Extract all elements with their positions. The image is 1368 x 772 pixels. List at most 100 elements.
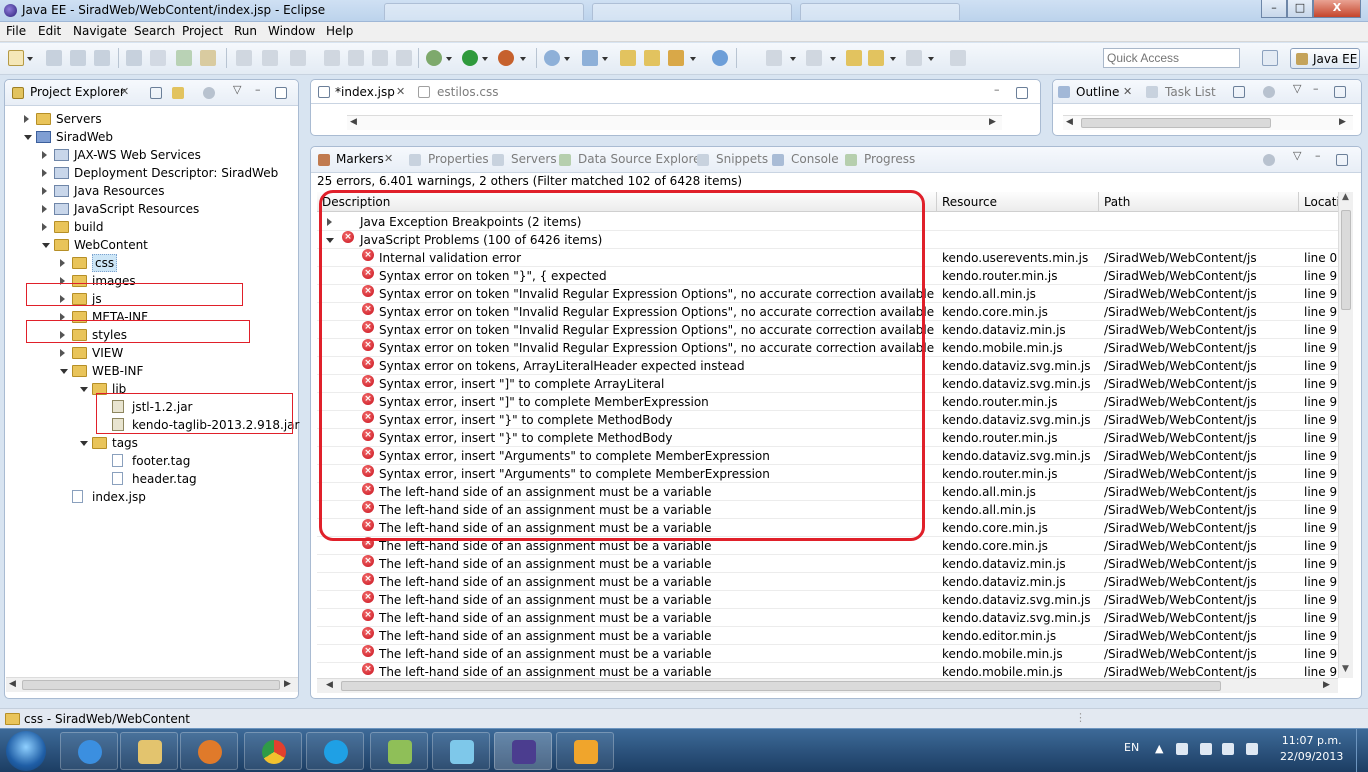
markers-horizontal-scrollbar[interactable]: ◀ ▶ <box>317 678 1338 693</box>
view-menu-icon[interactable]: ▽ <box>1293 149 1301 162</box>
new-class-icon[interactable] <box>582 50 598 66</box>
volume-icon[interactable] <box>1222 743 1234 755</box>
tab-estilos-css[interactable]: estilos.css <box>437 85 499 99</box>
disconnect-icon[interactable] <box>396 50 412 66</box>
tab-project-explorer[interactable]: Project Explorer <box>30 85 125 99</box>
column-separator[interactable] <box>936 192 937 212</box>
taskbar-notepad[interactable] <box>370 732 428 770</box>
chevron-down-icon[interactable] <box>520 57 526 61</box>
collapse-icon[interactable] <box>42 243 50 248</box>
tree-item[interactable]: JAX-WS Web Services <box>6 146 298 164</box>
filter-icon[interactable] <box>1263 154 1275 166</box>
previous-annotation-icon[interactable] <box>806 50 822 66</box>
scroll-left-icon[interactable]: ◀ <box>326 680 333 690</box>
print-icon[interactable] <box>94 50 110 66</box>
taskbar-chrome[interactable] <box>244 732 302 770</box>
tree-item[interactable]: WebContent <box>6 236 298 254</box>
tree-item[interactable]: Servers <box>6 110 298 128</box>
tab-outline[interactable]: Outline <box>1076 85 1119 99</box>
table-row[interactable]: × The left-hand side of an assignment mus… <box>317 627 1338 645</box>
tab-servers[interactable]: Servers <box>511 152 557 166</box>
scroll-up-icon[interactable]: ▲ <box>1342 192 1349 202</box>
resume-icon[interactable] <box>324 50 340 66</box>
import-icon[interactable] <box>126 50 142 66</box>
table-row[interactable]: × The left-hand side of an assignment mus… <box>317 591 1338 609</box>
server-icon[interactable] <box>176 50 192 66</box>
tab-task-list[interactable]: Task List <box>1165 85 1216 99</box>
chevron-down-icon[interactable] <box>564 57 570 61</box>
chevron-down-icon[interactable] <box>27 57 33 61</box>
taskbar-outlook[interactable] <box>556 732 614 770</box>
tree-item[interactable]: Java Resources <box>6 182 298 200</box>
maximize-icon[interactable] <box>275 87 287 99</box>
table-row[interactable]: × The left-hand side of an assignment mus… <box>317 645 1338 663</box>
markers-vertical-scrollbar[interactable]: ▲ ▼ <box>1338 192 1353 678</box>
tree-item[interactable]: footer.tag <box>6 452 298 470</box>
scroll-thumb[interactable] <box>1341 210 1351 310</box>
tab-console[interactable]: Console <box>791 152 839 166</box>
close-icon[interactable]: ✕ <box>384 152 393 165</box>
scroll-right-icon[interactable]: ▶ <box>1339 117 1346 127</box>
scroll-thumb[interactable] <box>341 681 1221 691</box>
background-tab[interactable] <box>592 3 792 20</box>
close-icon[interactable]: ✕ <box>396 85 405 98</box>
skip-breakpoints-icon[interactable] <box>150 50 166 66</box>
chevron-down-icon[interactable] <box>890 57 896 61</box>
show-desktop-button[interactable] <box>1356 729 1368 772</box>
save-all-icon[interactable] <box>70 50 86 66</box>
scroll-left-icon[interactable]: ◀ <box>1066 117 1073 127</box>
close-icon[interactable]: ✕ <box>120 85 129 98</box>
debug-icon[interactable] <box>426 50 442 66</box>
tree-item[interactable]: header.tag <box>6 470 298 488</box>
taskbar-skype[interactable] <box>306 732 364 770</box>
tab-data-source-explorer[interactable]: Data Source Explorer <box>578 152 705 166</box>
tree-item[interactable]: Deployment Descriptor: SiradWeb <box>6 164 298 182</box>
back-icon[interactable] <box>868 50 884 66</box>
language-indicator[interactable]: EN <box>1124 741 1139 754</box>
chevron-down-icon[interactable] <box>446 57 452 61</box>
tools-icon[interactable] <box>200 50 216 66</box>
view-menu-icon[interactable]: ▽ <box>233 83 241 96</box>
last-edit-icon[interactable] <box>846 50 862 66</box>
tray-icon[interactable] <box>1246 743 1258 755</box>
scroll-thumb[interactable] <box>1081 118 1271 128</box>
taskbar-ie[interactable] <box>60 732 118 770</box>
network-icon[interactable] <box>1200 743 1212 755</box>
menu-window[interactable]: Window <box>268 24 315 38</box>
menu-navigate[interactable]: Navigate <box>73 24 127 38</box>
next-annotation-icon[interactable] <box>766 50 782 66</box>
tree-item[interactable]: index.jsp <box>6 488 298 506</box>
tray-icon[interactable] <box>1176 743 1188 755</box>
suspend-icon[interactable] <box>348 50 364 66</box>
table-row[interactable]: × The left-hand side of an assignment mus… <box>317 609 1338 627</box>
link-with-editor-icon[interactable] <box>172 87 184 99</box>
external-tools-icon[interactable] <box>498 50 514 66</box>
tree-item[interactable]: JavaScript Resources <box>6 200 298 218</box>
minimize-icon[interactable]: – <box>994 83 1000 96</box>
run-icon[interactable] <box>462 50 478 66</box>
chevron-down-icon[interactable] <box>790 57 796 61</box>
scroll-left-icon[interactable]: ◀ <box>350 117 357 127</box>
column-separator[interactable] <box>1098 192 1099 212</box>
quick-access-input[interactable] <box>1103 48 1240 68</box>
close-button[interactable]: X <box>1313 0 1361 18</box>
maximize-icon[interactable] <box>1334 86 1346 98</box>
menu-edit[interactable]: Edit <box>38 24 61 38</box>
filter-icon[interactable] <box>1263 86 1275 98</box>
tab-progress[interactable]: Progress <box>864 152 915 166</box>
expand-icon[interactable] <box>60 349 65 357</box>
new-server-icon[interactable] <box>544 50 560 66</box>
tree-item[interactable]: build <box>6 218 298 236</box>
collapse-icon[interactable] <box>80 387 88 392</box>
column-location[interactable]: Locati <box>1304 195 1340 209</box>
open-task-icon[interactable] <box>644 50 660 66</box>
background-tab[interactable] <box>384 3 584 20</box>
chevron-down-icon[interactable] <box>928 57 934 61</box>
new-icon[interactable] <box>8 50 24 66</box>
redo-icon[interactable] <box>262 50 278 66</box>
column-resource[interactable]: Resource <box>942 195 997 209</box>
close-icon[interactable]: ✕ <box>1123 85 1132 98</box>
open-type-icon[interactable] <box>620 50 636 66</box>
save-icon[interactable] <box>46 50 62 66</box>
taskbar-explorer[interactable] <box>120 732 178 770</box>
